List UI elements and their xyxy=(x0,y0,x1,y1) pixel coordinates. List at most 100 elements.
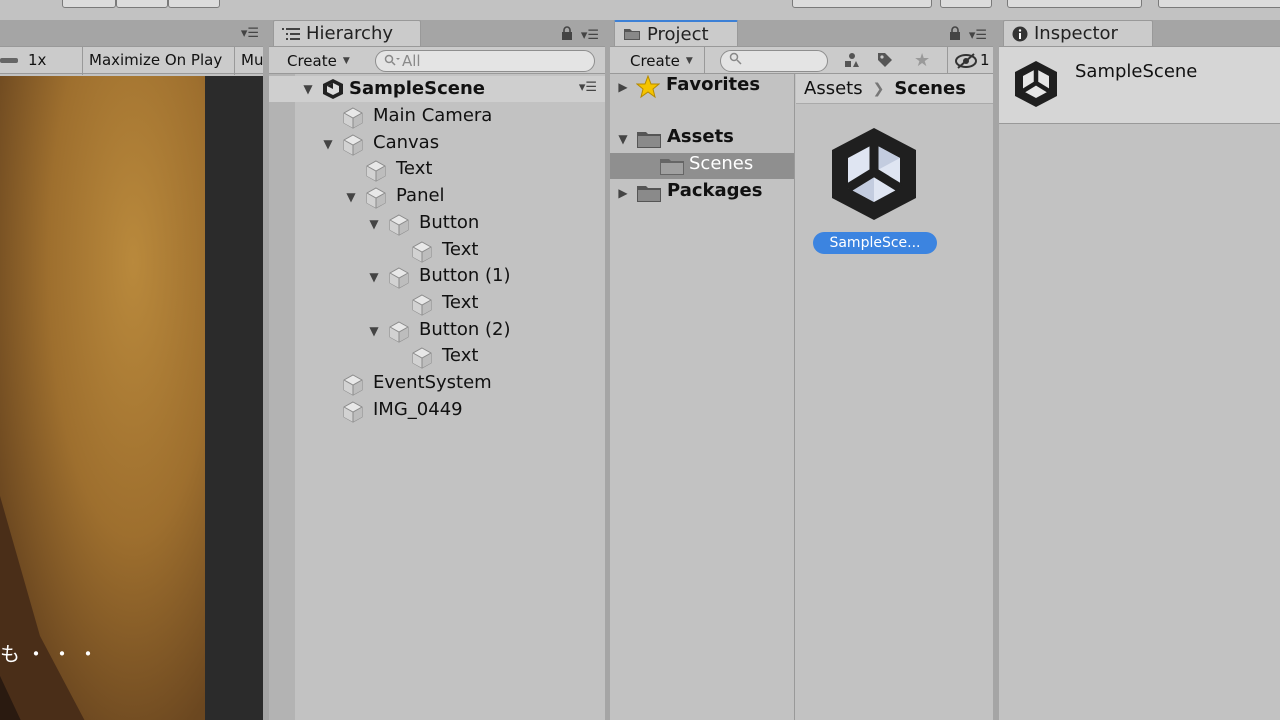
inspector-tabbar: Inspector xyxy=(999,20,1280,46)
cloud-button[interactable] xyxy=(940,0,992,8)
tab-hierarchy[interactable]: Hierarchy xyxy=(273,20,421,46)
gameobject-cube-icon xyxy=(412,347,432,369)
folder-icon xyxy=(636,183,662,208)
maximize-on-play-toggle[interactable]: Maximize On Play xyxy=(89,51,222,69)
assets-folder-row[interactable]: ▼ Assets xyxy=(610,126,794,152)
hierarchy-create-label: Create xyxy=(287,52,337,70)
breadcrumb-assets[interactable]: Assets xyxy=(804,78,863,99)
unity-scene-asset-icon[interactable] xyxy=(826,124,922,229)
breadcrumb-scenes[interactable]: Scenes xyxy=(894,78,966,99)
expanded-triangle-icon[interactable]: ▼ xyxy=(367,270,381,284)
tab-inspector[interactable]: Inspector xyxy=(1003,20,1153,46)
pause-button[interactable] xyxy=(116,0,168,8)
expanded-triangle-icon[interactable]: ▼ xyxy=(321,137,335,151)
hierarchy-toolbar: Create ▼ All xyxy=(269,46,605,74)
play-button[interactable] xyxy=(62,0,116,8)
project-search-input[interactable] xyxy=(720,50,828,72)
gameobject-cube-icon xyxy=(366,187,386,209)
game-tabbar: ▾☰ xyxy=(0,20,263,46)
hierarchy-item[interactable]: ▼ Button xyxy=(269,211,605,237)
game-panel-menu-icon[interactable]: ▾☰ xyxy=(241,26,259,41)
star-icon[interactable]: ★ xyxy=(914,50,930,71)
expanded-triangle-icon[interactable]: ▼ xyxy=(367,324,381,338)
hierarchy-item[interactable]: Text xyxy=(269,157,605,183)
account-dropdown[interactable] xyxy=(1007,0,1142,8)
expanded-triangle-icon[interactable]: ▼ xyxy=(344,190,358,204)
packages-folder-row[interactable]: ▶ Packages xyxy=(610,180,794,206)
scenes-folder-row[interactable]: Scenes xyxy=(610,153,794,179)
unity-scene-icon xyxy=(1011,59,1061,114)
hierarchy-item-label: Button (1) xyxy=(419,265,511,287)
hierarchy-item[interactable]: Text xyxy=(269,291,605,317)
hierarchy-item[interactable]: Text xyxy=(269,238,605,264)
tab-hierarchy-label: Hierarchy xyxy=(306,23,394,44)
scene-menu-icon[interactable]: ▾☰ xyxy=(579,80,597,95)
game-viewport[interactable]: も・・・ xyxy=(0,76,263,720)
scale-label: 1x xyxy=(28,51,47,69)
hierarchy-tabbar: Hierarchy ▾☰ xyxy=(269,20,605,46)
lock-icon[interactable] xyxy=(949,26,961,44)
scene-header-row[interactable]: ▼ SampleScene ▾☰ xyxy=(269,76,605,102)
hierarchy-search-input[interactable]: All xyxy=(375,50,595,72)
hierarchy-item[interactable]: ▼ Panel xyxy=(269,184,605,210)
folder-icon xyxy=(623,27,641,41)
mute-audio-toggle[interactable]: Mu xyxy=(241,51,263,69)
hierarchy-item[interactable]: Text xyxy=(269,344,605,370)
gameobject-cube-icon xyxy=(366,160,386,182)
collapsed-triangle-icon[interactable]: ▶ xyxy=(616,80,630,94)
expanded-triangle-icon[interactable]: ▼ xyxy=(367,217,381,231)
gameobject-cube-icon xyxy=(389,267,409,289)
scene-asset-label[interactable]: SampleSce... xyxy=(813,232,937,254)
scale-slider[interactable] xyxy=(0,58,18,63)
breadcrumb: Assets ❯ Scenes xyxy=(796,74,993,104)
folder-icon xyxy=(636,129,662,154)
hierarchy-item-label: Button xyxy=(419,211,480,233)
hierarchy-item[interactable]: Main Camera xyxy=(269,104,605,130)
collab-button[interactable] xyxy=(792,0,932,8)
search-icon xyxy=(384,52,400,70)
hierarchy-item-label: Panel xyxy=(396,185,445,207)
hierarchy-item[interactable]: IMG_0449 xyxy=(269,398,605,424)
collapsed-triangle-icon[interactable]: ▶ xyxy=(616,186,630,200)
favorites-row[interactable]: ▶ Favorites xyxy=(610,74,794,100)
hierarchy-tree: ▼ SampleScene ▾☰ Main Camera ▼ Canvas Text ▼… xyxy=(269,74,605,720)
gameobject-cube-icon xyxy=(389,214,409,236)
project-menu-icon[interactable]: ▾☰ xyxy=(969,28,987,43)
hidden-packages-count: 1 xyxy=(980,51,990,69)
hierarchy-item[interactable]: ▼ Canvas xyxy=(269,131,605,157)
gameobject-cube-icon xyxy=(343,134,363,156)
project-toolbar: Create ▼ ★ 1 xyxy=(610,46,993,75)
tab-project[interactable]: Project xyxy=(614,20,738,46)
chevron-down-icon: ▼ xyxy=(685,56,693,66)
hidden-packages-icon[interactable] xyxy=(954,52,978,75)
project-create-button[interactable]: Create ▼ xyxy=(624,50,699,72)
hierarchy-item-label: Button (2) xyxy=(419,318,511,340)
expanded-triangle-icon[interactable]: ▼ xyxy=(616,132,630,146)
inspector-panel: Inspector SampleScene xyxy=(999,20,1280,720)
hierarchy-item-label: Canvas xyxy=(373,131,440,153)
tab-project-label: Project xyxy=(647,23,709,45)
scene-name: SampleScene xyxy=(349,78,485,99)
hierarchy-item[interactable]: EventSystem xyxy=(269,371,605,397)
inspector-object-name: SampleScene xyxy=(1075,61,1198,82)
gameobject-cube-icon xyxy=(412,294,432,316)
unity-scene-icon xyxy=(321,78,345,105)
filter-by-label-icon[interactable] xyxy=(876,51,894,74)
hierarchy-item-label: Text xyxy=(442,345,479,367)
hierarchy-item[interactable]: ▼ Button (1) xyxy=(269,264,605,290)
expanded-triangle-icon[interactable]: ▼ xyxy=(301,82,315,96)
hierarchy-item[interactable]: ▼ Button (2) xyxy=(269,318,605,344)
filter-by-type-icon[interactable] xyxy=(842,51,862,74)
star-icon xyxy=(635,74,661,104)
hierarchy-menu-icon[interactable]: ▾☰ xyxy=(581,28,599,43)
lock-icon[interactable] xyxy=(561,26,573,44)
favorites-label: Favorites xyxy=(666,74,761,95)
step-button[interactable] xyxy=(168,0,220,8)
hierarchy-item-label: IMG_0449 xyxy=(373,398,463,420)
inspector-header: SampleScene xyxy=(999,46,1280,124)
game-toolbar: 1x Maximize On Play Mu xyxy=(0,46,263,75)
project-panel: Project ▾☰ Create ▼ ★ 1 ▶ Favorites ▼ As… xyxy=(610,20,993,720)
hierarchy-create-button[interactable]: Create ▼ xyxy=(281,50,356,72)
hierarchy-item-label: Main Camera xyxy=(373,105,493,126)
layers-dropdown[interactable] xyxy=(1158,0,1280,8)
